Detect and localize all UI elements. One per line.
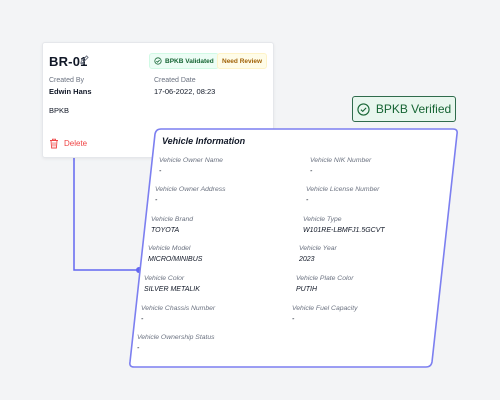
owner-address-label: Vehicle Owner Address <box>155 186 226 193</box>
model-value: MICRO/MINIBUS <box>148 256 203 263</box>
need-review-badge: Need Review <box>217 53 268 69</box>
badge-need-review-label: Need Review <box>222 57 263 65</box>
document-type: BPKB <box>49 106 70 115</box>
owner-address-value: - <box>155 197 158 204</box>
type-value: W101RE-LBMFJ1.5GCVT <box>303 227 385 234</box>
vehicle-info-title: Vehicle Information <box>162 136 246 146</box>
brand-value: TOYOTA <box>151 227 180 234</box>
owner-name-label: Vehicle Owner Name <box>159 157 223 164</box>
year-value: 2023 <box>299 256 315 263</box>
chassis-number-value: - <box>141 316 144 323</box>
ownership-status-label: Vehicle Ownership Status <box>137 334 215 341</box>
license-number-value: - <box>306 197 309 204</box>
plate-color-label: Vehicle Plate Color <box>296 275 354 282</box>
owner-name-value: - <box>159 168 162 175</box>
bpkb-verified-tag: BPKB Verified <box>352 96 456 122</box>
edit-pencil-icon[interactable] <box>79 54 90 65</box>
fuel-capacity-value: - <box>292 316 295 323</box>
connector-dot <box>136 267 142 273</box>
color-label: Vehicle Color <box>144 275 185 282</box>
created-date-label: Created Date <box>154 77 196 84</box>
bpkb-validated-badge: BPKB Validated <box>149 53 219 69</box>
badge-validated-label: BPKB Validated <box>165 57 214 65</box>
trash-icon <box>50 138 58 149</box>
ownership-status-value: - <box>137 345 140 352</box>
chassis-number-label: Vehicle Chassis Number <box>141 305 216 312</box>
delete-label: Delete <box>64 139 88 148</box>
created-by-value: Edwin Hans <box>49 87 92 96</box>
nik-number-value: - <box>310 168 313 175</box>
license-number-label: Vehicle License Number <box>306 186 380 193</box>
delete-button[interactable]: Delete <box>49 138 87 149</box>
color-value: SILVER METALIK <box>144 286 200 293</box>
created-date-value: 17-06-2022, 08:23 <box>154 87 216 96</box>
model-label: Vehicle Model <box>148 245 191 252</box>
verified-label: BPKB Verified <box>375 102 452 116</box>
year-label: Vehicle Year <box>299 245 337 252</box>
created-by-label: Created By <box>49 77 85 84</box>
nik-number-label: Vehicle NIK Number <box>310 157 372 164</box>
type-label: Vehicle Type <box>303 216 342 223</box>
brand-label: Vehicle Brand <box>151 216 194 223</box>
fuel-capacity-label: Vehicle Fuel Capacity <box>292 305 358 312</box>
plate-color-value: PUTIH <box>296 286 317 293</box>
check-circle-icon <box>154 57 162 65</box>
check-circle-icon <box>357 102 370 116</box>
